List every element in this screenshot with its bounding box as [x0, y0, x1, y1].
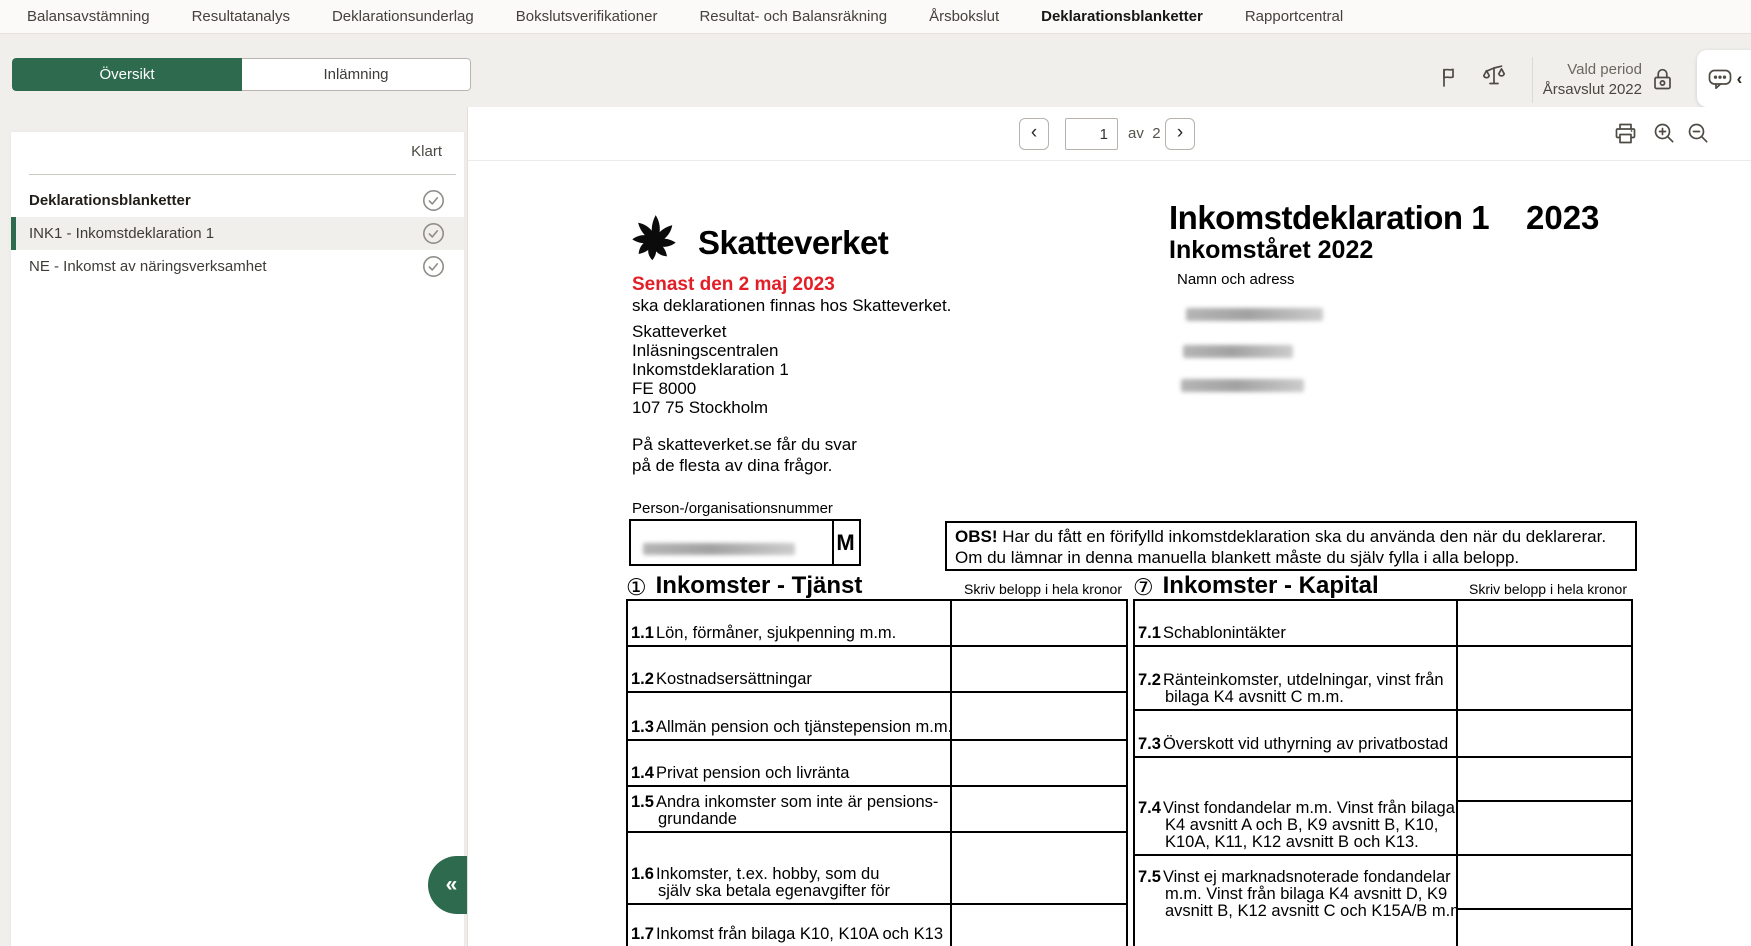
- view-toggle: Översikt Inlämning: [12, 58, 471, 91]
- amount-cell: [950, 787, 1126, 831]
- redacted-address-line: [1183, 345, 1293, 358]
- nav-bokslutsverifikationer[interactable]: Bokslutsverifikationer: [516, 8, 658, 25]
- nav-resultat-och-balansrakning[interactable]: Resultat- och Balansräkning: [699, 8, 887, 25]
- redacted-city-line: [1181, 379, 1304, 392]
- amount-cell: [1456, 711, 1631, 756]
- page-count-label: av 2: [1128, 125, 1161, 142]
- form-row: 7.2Ränteinkomster, utdelningar, vinst fr…: [1135, 647, 1631, 711]
- sidebar-item-ne[interactable]: NE - Inkomst av näringsverksamhet: [11, 250, 464, 283]
- amount-cell: [950, 601, 1126, 645]
- form-item-label: INK1 - Inkomstdeklaration 1: [29, 225, 214, 242]
- agency-title: Skatteverket: [698, 224, 888, 262]
- top-navigation: Balansavstämning Resultatanalys Deklarat…: [0, 0, 1751, 34]
- mailing-address-block: Skatteverket Inläsningscentralen Inkomst…: [632, 322, 789, 417]
- person-number-cell: [631, 521, 834, 564]
- forms-group-header[interactable]: Deklarationsblanketter: [11, 184, 464, 217]
- app-root: Balansavstämning Resultatanalys Deklarat…: [0, 0, 1751, 946]
- person-number-box: M: [629, 519, 861, 566]
- sidebar-divider: [29, 174, 456, 175]
- form-row: 1.6Inkomster, t.ex. hobby, som du själv …: [628, 833, 1126, 905]
- period-value: Årsavslut 2022: [1540, 80, 1642, 100]
- form-row: 1.4Privat pension och livränta: [628, 741, 1126, 787]
- amount-cell: [1456, 647, 1631, 709]
- check-circle-icon[interactable]: [422, 222, 445, 245]
- nav-resultatanalys[interactable]: Resultatanalys: [192, 8, 290, 25]
- form-item-label: NE - Inkomst av näringsverksamhet: [29, 258, 267, 275]
- toolbar-divider: [1532, 57, 1533, 103]
- amount-cell: [950, 693, 1126, 739]
- check-circle-icon[interactable]: [422, 255, 445, 278]
- tab-oversikt[interactable]: Översikt: [12, 58, 242, 91]
- nav-balansavstamning[interactable]: Balansavstämning: [27, 8, 150, 25]
- chat-panel-button[interactable]: ‹: [1697, 50, 1751, 107]
- obs-notice-box: OBS! Har du fått en förifylld inkomstdek…: [945, 521, 1637, 571]
- form-year: 2023: [1526, 199, 1599, 237]
- pdf-page-ink1: Skatteverket Senast den 2 maj 2023 ska d…: [468, 162, 1751, 946]
- check-circle-icon[interactable]: [422, 189, 445, 212]
- redacted-name-line: [1186, 308, 1323, 321]
- status-column-header: Klart: [411, 143, 442, 160]
- amount-cell: [950, 905, 1126, 946]
- pdf-viewer-panel: ‹ av 2 ›: [467, 107, 1751, 946]
- section-7-table: 7.1Schablonintäkter 7.2Ränteinkomster, u…: [1133, 599, 1633, 946]
- name-address-label: Namn och adress: [1177, 271, 1295, 288]
- form-row: 1.7Inkomst från bilaga K10, K10A och K13: [628, 905, 1126, 946]
- section-1-header: ①Inkomster - Tjänst Skriv belopp i hela …: [626, 572, 1124, 598]
- nav-deklarationsunderlag[interactable]: Deklarationsunderlag: [332, 8, 474, 25]
- form-row: 7.3Överskott vid uthyrning av privatbost…: [1135, 711, 1631, 758]
- person-number-label: Person-/organisationsnummer: [632, 500, 833, 517]
- help-text: På skatteverket.se får du svar på de fle…: [632, 434, 857, 476]
- collapse-chevrons-icon: «: [446, 873, 458, 897]
- amount-cell: [1456, 856, 1631, 946]
- sidebar-item-ink1[interactable]: INK1 - Inkomstdeklaration 1: [11, 217, 464, 250]
- lock-icon: [1650, 66, 1675, 93]
- amount-cell: [1456, 601, 1631, 645]
- section-7-header: ⑦Inkomster - Kapital Skriv belopp i hela…: [1133, 572, 1629, 598]
- form-row: 1.3Allmän pension och tjänstepension m.m…: [628, 693, 1126, 741]
- amount-cell: [950, 647, 1126, 691]
- income-year: Inkomståret 2022: [1169, 236, 1373, 265]
- scales-icon[interactable]: [1481, 63, 1507, 89]
- amount-hint: Skriv belopp i hela kronor: [964, 581, 1122, 597]
- deadline-text: Senast den 2 maj 2023: [632, 274, 835, 296]
- zoom-out-icon[interactable]: [1685, 120, 1712, 147]
- form-row: 1.5Andra inkomster som inte är pensions-…: [628, 787, 1126, 833]
- period-selector[interactable]: Vald period Årsavslut 2022: [1540, 60, 1642, 100]
- amount-hint: Skriv belopp i hela kronor: [1469, 581, 1627, 597]
- forms-sidebar: Klart Deklarationsblanketter INK1 - Inko…: [11, 132, 464, 946]
- pdf-toolbar: ‹ av 2 ›: [468, 107, 1751, 161]
- nav-rapportcentral[interactable]: Rapportcentral: [1245, 8, 1343, 25]
- amount-cell: [1456, 758, 1631, 854]
- circled-1-icon: ①: [626, 574, 647, 600]
- form-row: 1.2Kostnadsersättningar: [628, 647, 1126, 693]
- flag-icon[interactable]: [1437, 64, 1463, 90]
- deadline-info-text: ska deklarationen finnas hos Skatteverke…: [632, 296, 951, 316]
- chevron-left-icon: ‹: [1737, 69, 1743, 89]
- form-row: 7.4Vinst fondandelar m.m. Vinst från bil…: [1135, 758, 1631, 856]
- amount-cell: [950, 741, 1126, 785]
- next-page-button[interactable]: ›: [1165, 118, 1195, 150]
- section-1-table: 1.1Lön, förmåner, sjukpenning m.m. 1.2Ko…: [626, 599, 1128, 946]
- redacted-person-number: [643, 543, 795, 555]
- previous-page-button[interactable]: ‹: [1019, 118, 1049, 150]
- period-label: Vald period: [1540, 60, 1642, 80]
- nav-deklarationsblanketter[interactable]: Deklarationsblanketter: [1041, 8, 1203, 25]
- amount-cell: [950, 833, 1126, 903]
- skatteverket-swirl-logo: [624, 211, 684, 273]
- form-row: 7.5Vinst ej marknadsnoterade fondandelar…: [1135, 856, 1631, 946]
- form-row: 7.1Schablonintäkter: [1135, 601, 1631, 647]
- form-title: Inkomstdeklaration 1: [1169, 199, 1489, 237]
- printer-icon[interactable]: [1612, 120, 1639, 147]
- m-marker: M: [832, 521, 859, 564]
- group-title: Deklarationsblanketter: [29, 192, 191, 209]
- form-row: 1.1Lön, förmåner, sjukpenning m.m.: [628, 601, 1126, 647]
- forms-list: Deklarationsblanketter INK1 - Inkomstdek…: [11, 184, 464, 283]
- tab-inlamning[interactable]: Inlämning: [242, 58, 471, 91]
- nav-arsbokslut[interactable]: Årsbokslut: [929, 8, 999, 25]
- page-number-input[interactable]: [1065, 118, 1118, 150]
- circled-7-icon: ⑦: [1133, 574, 1154, 600]
- chat-bubble-icon: [1706, 65, 1734, 93]
- zoom-in-icon[interactable]: [1651, 120, 1678, 147]
